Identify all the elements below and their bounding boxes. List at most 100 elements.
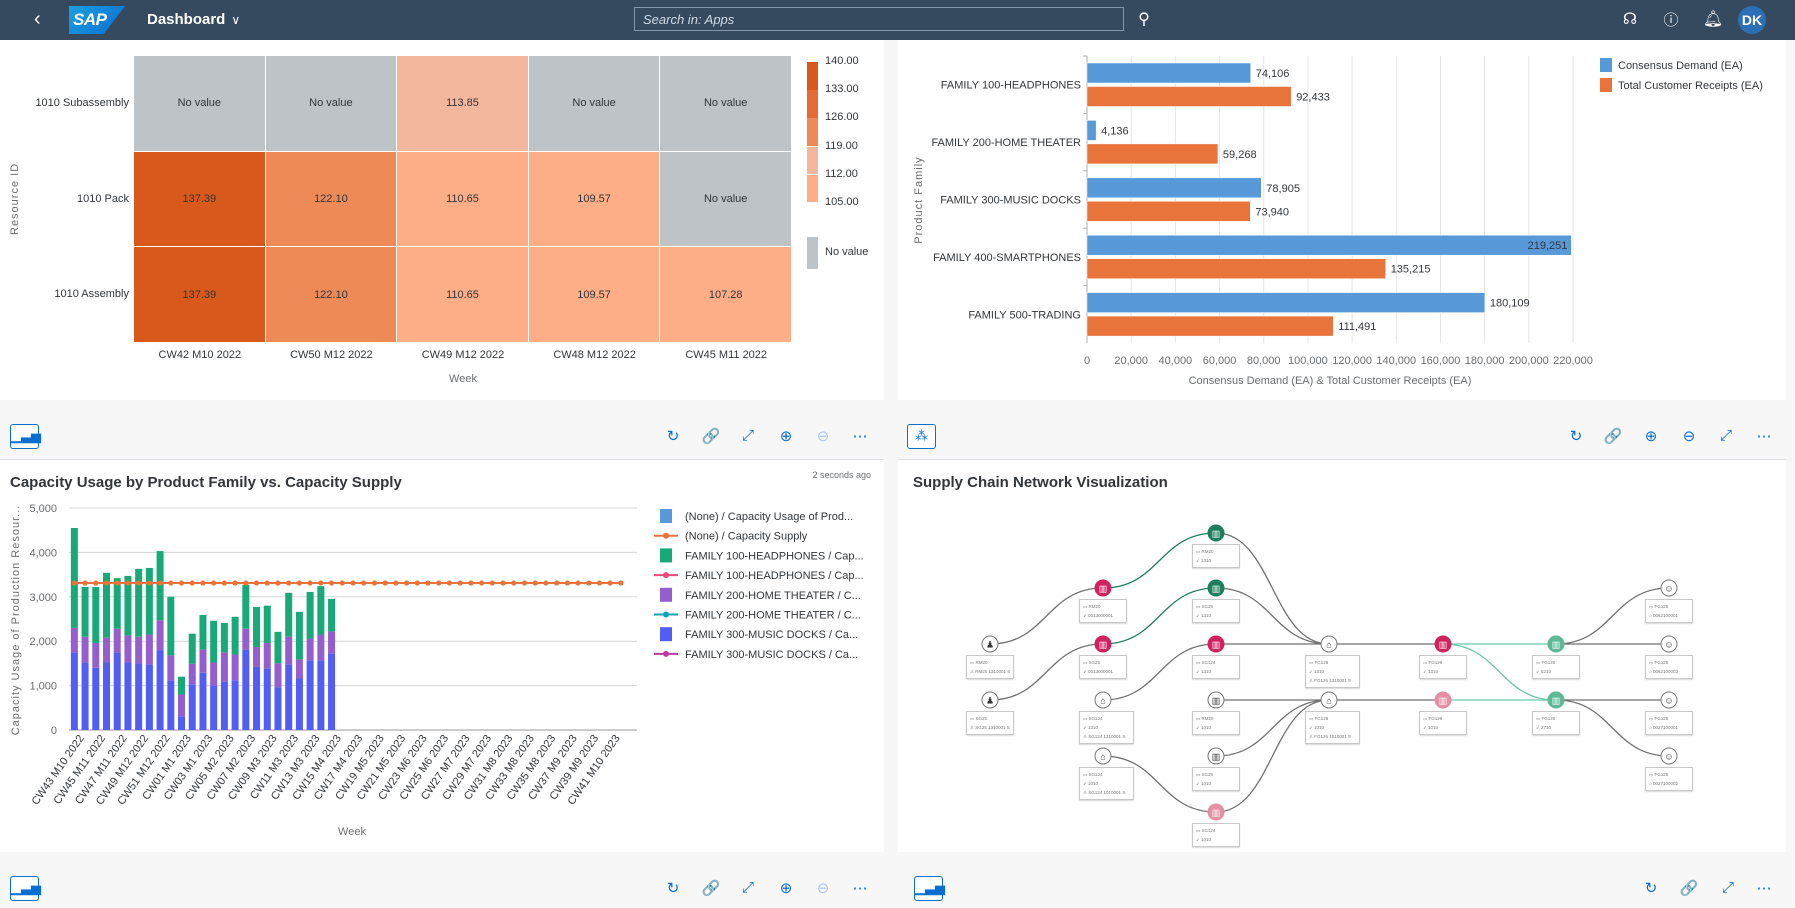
node-info-box[interactable]: ▭ FG126 ➶ 2710 xyxy=(1532,711,1580,735)
network-node[interactable]: ♟ xyxy=(981,635,999,653)
legend-tick: 112.00 xyxy=(825,167,858,180)
heatmap-cell[interactable]: 137.39 xyxy=(134,151,266,248)
node-info-line: ➶ 1310 xyxy=(1196,558,1212,563)
refresh-icon[interactable]: ↻ xyxy=(1566,427,1586,445)
heatmap-cell[interactable]: 107.28 xyxy=(660,247,792,344)
network-node[interactable]: ▥ xyxy=(1207,579,1225,597)
expand-icon[interactable]: ⤢ xyxy=(1716,427,1736,444)
node-info-box[interactable]: ▭ FG126 ⌂ 0062100003 xyxy=(1645,655,1693,679)
node-info-line: ⌂ 0062100001 xyxy=(1649,613,1678,618)
customer-ship-icon: ☺ xyxy=(1664,640,1673,650)
more-icon[interactable]: ⋯ xyxy=(1754,427,1774,445)
chart-type-button[interactable]: ▁▃▅ xyxy=(914,876,945,901)
network-node[interactable]: ▥ xyxy=(1547,635,1565,653)
network-node[interactable]: ⌂ xyxy=(1320,691,1338,709)
heatmap-cell[interactable]: 109.57 xyxy=(528,151,661,248)
node-info-box[interactable]: ▭ FG126 ➶ 1310 xyxy=(1419,655,1467,679)
network-node[interactable]: ♟ xyxy=(981,691,999,709)
heatmap-cell[interactable]: 122.10 xyxy=(265,151,398,248)
warehouse-icon: ▥ xyxy=(1099,640,1108,650)
node-info-box[interactable]: ▭ FG126 ⌂ 0027100001 xyxy=(1645,711,1693,735)
heatmap-cell[interactable]: No value xyxy=(265,56,398,152)
node-info-box[interactable]: ▭ FG126 ⌂ 0027100002 xyxy=(1645,767,1693,791)
heatmap-cell[interactable]: 110.65 xyxy=(397,151,529,248)
node-info-box[interactable]: ▭ RM20 ➶ 0013000001 xyxy=(1079,599,1127,623)
node-info-box[interactable]: ▭ SG25 ➶ 0013000001 xyxy=(1079,655,1127,679)
link-icon[interactable]: 🔗 xyxy=(1679,879,1699,897)
node-info-box[interactable]: ▭ FG126 ➶ 6210 xyxy=(1532,655,1580,679)
node-info-line: ➶ 1010 xyxy=(1083,781,1099,786)
network-node[interactable]: ☺ xyxy=(1660,747,1678,765)
warehouse-icon: ▥ xyxy=(1212,640,1221,650)
expand-icon[interactable]: ⤢ xyxy=(738,879,758,896)
network-node[interactable]: ▥ xyxy=(1434,635,1452,653)
customer-icon: ♟ xyxy=(986,696,994,706)
heatmap-cell[interactable]: No value xyxy=(528,56,661,152)
network-node[interactable]: ☺ xyxy=(1660,579,1678,597)
network-node[interactable]: ☺ xyxy=(1660,691,1678,709)
network-node[interactable]: ▥ xyxy=(1547,691,1565,709)
node-info-box[interactable]: ▭ FG126 ➶ 1310 ♙ FG126 1310001 S xyxy=(1305,655,1360,688)
network-node[interactable]: ⌂ xyxy=(1094,747,1112,765)
node-info-line: ⌂ 0027100001 xyxy=(1649,725,1678,730)
x-axis-title: Week xyxy=(449,373,477,385)
node-info-line: ▭ RM20 xyxy=(970,660,988,665)
node-info-box[interactable]: ▭ SG25 ♙ SG25 1310001 S xyxy=(966,711,1014,735)
node-info-box[interactable]: ▭ FG126 ➶ 1010 ♙ FG126 1010001 S xyxy=(1305,711,1360,744)
node-info-box[interactable]: ▭ FG126 ⌂ 0062100001 xyxy=(1645,599,1693,623)
link-icon[interactable]: 🔗 xyxy=(701,427,721,445)
refresh-icon[interactable]: ↻ xyxy=(663,427,683,445)
network-node[interactable]: ▥ xyxy=(1207,747,1225,765)
node-info-line: ➶ 1010 xyxy=(1196,725,1212,730)
network-node[interactable]: ☺ xyxy=(1660,635,1678,653)
network-node[interactable]: ▥ xyxy=(1094,579,1112,597)
heatmap-cell[interactable]: No value xyxy=(134,56,266,152)
network-node[interactable]: ▥ xyxy=(1094,635,1112,653)
zoom-out-icon[interactable]: ⊖ xyxy=(1679,427,1699,445)
node-info-box[interactable]: ▭ SG124 ➶ 1010 xyxy=(1192,823,1240,847)
more-icon[interactable]: ⋯ xyxy=(1754,879,1774,897)
heatmap-cell[interactable]: No value xyxy=(660,151,792,248)
node-info-box[interactable]: ▭ SG124 ➶ 1310 ♙ SG124 1310001 S xyxy=(1079,711,1134,744)
node-info-line: ➶ 1310 xyxy=(1196,613,1212,618)
link-icon[interactable]: 🔗 xyxy=(1603,427,1623,445)
node-info-box[interactable]: ▭ FG126 ➶ 1010 xyxy=(1419,711,1467,735)
node-info-line: ➶ 1310 xyxy=(1196,669,1212,674)
node-info-box[interactable]: ▭ RM20 ♙ RM20 1310001 S xyxy=(966,655,1014,679)
node-info-box[interactable]: ▭ SG25 ➶ 1010 xyxy=(1192,767,1240,791)
legend-swatch xyxy=(807,174,818,203)
zoom-in-icon[interactable]: ⊕ xyxy=(776,879,796,897)
node-info-box[interactable]: ▭ RM20 ➶ 1310 xyxy=(1192,544,1240,568)
zoom-out-icon[interactable]: ⊖ xyxy=(813,427,833,445)
row-label: 1010 Subassembly xyxy=(35,96,129,109)
link-icon[interactable]: 🔗 xyxy=(701,879,721,897)
node-info-box[interactable]: ▭ SG124 ➶ 1310 xyxy=(1192,655,1240,679)
more-icon[interactable]: ⋯ xyxy=(850,879,870,897)
expand-icon[interactable]: ⤢ xyxy=(738,427,758,444)
zoom-in-icon[interactable]: ⊕ xyxy=(1641,427,1661,445)
heatmap-cell[interactable]: 110.65 xyxy=(397,247,529,344)
refresh-icon[interactable]: ↻ xyxy=(663,879,683,897)
refresh-icon[interactable]: ↻ xyxy=(1641,879,1661,897)
heatmap-cell[interactable]: 113.85 xyxy=(397,56,529,152)
heatmap-cell[interactable]: 109.57 xyxy=(528,247,661,344)
zoom-in-icon[interactable]: ⊕ xyxy=(776,427,796,445)
node-info-box[interactable]: ▭ SG124 ➶ 1010 ♙ SG124 1010001 S xyxy=(1079,767,1134,800)
heatmap-cell[interactable]: No value xyxy=(660,56,792,152)
heatmap-cell[interactable]: 122.10 xyxy=(265,247,398,344)
zoom-out-icon[interactable]: ⊖ xyxy=(813,879,833,897)
expand-icon[interactable]: ⤢ xyxy=(1718,879,1738,896)
chart-type-button[interactable]: ▁▃▅ xyxy=(10,876,41,901)
network-node[interactable]: ▥ xyxy=(1207,524,1225,542)
network-node[interactable]: ▥ xyxy=(1207,635,1225,653)
node-info-box[interactable]: ▭ RM20 ➶ 1010 xyxy=(1192,711,1240,735)
node-info-box[interactable]: ▭ SG25 ➶ 1310 xyxy=(1192,599,1240,623)
network-node[interactable]: ▥ xyxy=(1207,803,1225,821)
network-node[interactable]: ⌂ xyxy=(1320,635,1338,653)
network-node[interactable]: ▥ xyxy=(1207,691,1225,709)
heatmap-cell[interactable]: 137.39 xyxy=(134,247,266,344)
network-node[interactable]: ⌂ xyxy=(1094,691,1112,709)
warehouse-icon: ▥ xyxy=(1212,584,1221,594)
network-node[interactable]: ▥ xyxy=(1434,691,1452,709)
more-icon[interactable]: ⋯ xyxy=(850,427,870,445)
